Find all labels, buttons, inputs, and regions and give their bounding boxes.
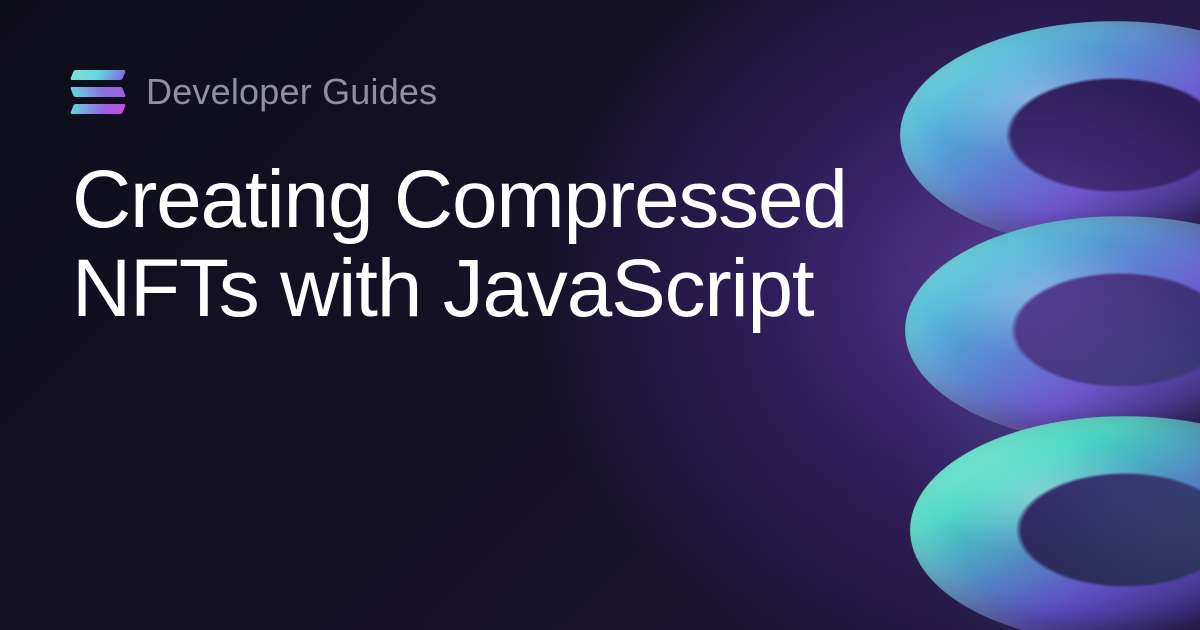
- solana-logo-icon: [72, 70, 124, 114]
- category-label: Developer Guides: [146, 71, 437, 113]
- header: Developer Guides: [72, 70, 1128, 114]
- content-container: Developer Guides Creating Compressed NFT…: [0, 0, 1200, 630]
- page-title: Creating Compressed NFTs with JavaScript: [72, 156, 992, 333]
